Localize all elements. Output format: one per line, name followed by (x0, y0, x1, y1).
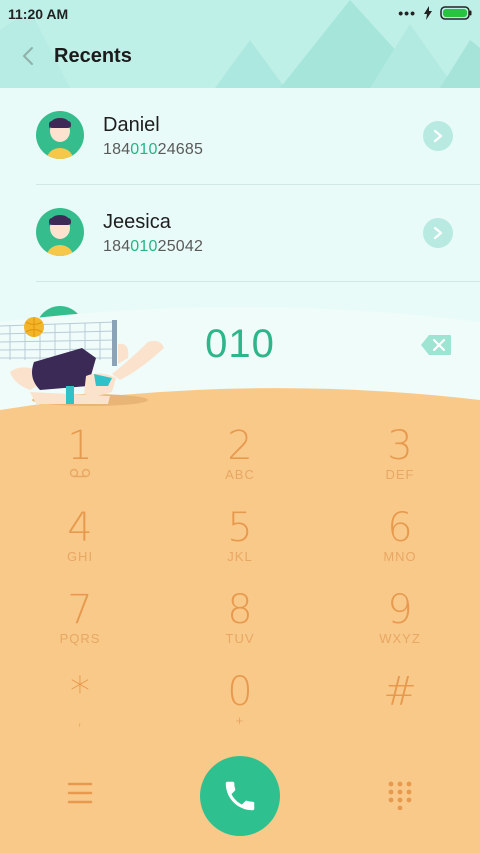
chevron-right-icon (433, 226, 443, 240)
key-1[interactable]: 1 (20, 424, 140, 500)
key-5[interactable]: 5 JKL (180, 506, 300, 582)
details-button[interactable] (423, 218, 453, 248)
recent-row-daniel[interactable]: Daniel 18401024685 (0, 88, 480, 185)
contact-name: Daniel (103, 114, 160, 136)
key-0[interactable]: 0 + (180, 670, 300, 746)
key-3[interactable]: 3 DEF (340, 424, 460, 500)
contact-number: 18401025042 (103, 238, 204, 255)
voicemail-icon (69, 468, 91, 478)
key-6[interactable]: 6 MNO (340, 506, 460, 582)
more-dots-icon: ••• (398, 5, 416, 21)
key-4[interactable]: 4 GHI (20, 506, 140, 582)
header: 11:20 AM ••• Recents (0, 0, 480, 88)
key-star[interactable]: * , (20, 670, 140, 746)
backspace-icon[interactable] (420, 334, 452, 356)
person-avatar-icon (47, 215, 73, 256)
divider (36, 281, 480, 282)
back-button[interactable] (14, 40, 42, 72)
status-time: 11:20 AM (8, 6, 69, 22)
chevron-right-icon (433, 129, 443, 143)
key-8[interactable]: 8 TUV (180, 588, 300, 664)
person-avatar-icon (47, 118, 73, 159)
phone-icon (225, 781, 255, 811)
chevron-left-icon (23, 47, 33, 65)
avatar (36, 208, 84, 256)
battery-icon (440, 6, 472, 20)
dialpad-grid-icon[interactable] (386, 780, 414, 810)
key-hash[interactable]: # (340, 670, 460, 746)
key-9[interactable]: 9 WXYZ (340, 588, 460, 664)
key-7[interactable]: 7 PQRS (20, 588, 140, 664)
dial-input[interactable]: 010 (140, 322, 340, 367)
page-title: Recents (54, 45, 132, 67)
status-icons: ••• (398, 6, 472, 20)
contact-number: 18401024685 (103, 141, 204, 158)
contact-name: Jeesica (103, 211, 171, 233)
recents-list: Daniel 18401024685 Jeesica 18401025042 (0, 88, 480, 354)
menu-icon[interactable] (66, 780, 94, 806)
recent-row-jeesica[interactable]: Jeesica 18401025042 (0, 185, 480, 282)
charging-bolt-icon (424, 6, 432, 20)
details-button[interactable] (423, 121, 453, 151)
avatar (36, 111, 84, 159)
call-button[interactable] (200, 756, 280, 836)
key-2[interactable]: 2 ABC (180, 424, 300, 500)
